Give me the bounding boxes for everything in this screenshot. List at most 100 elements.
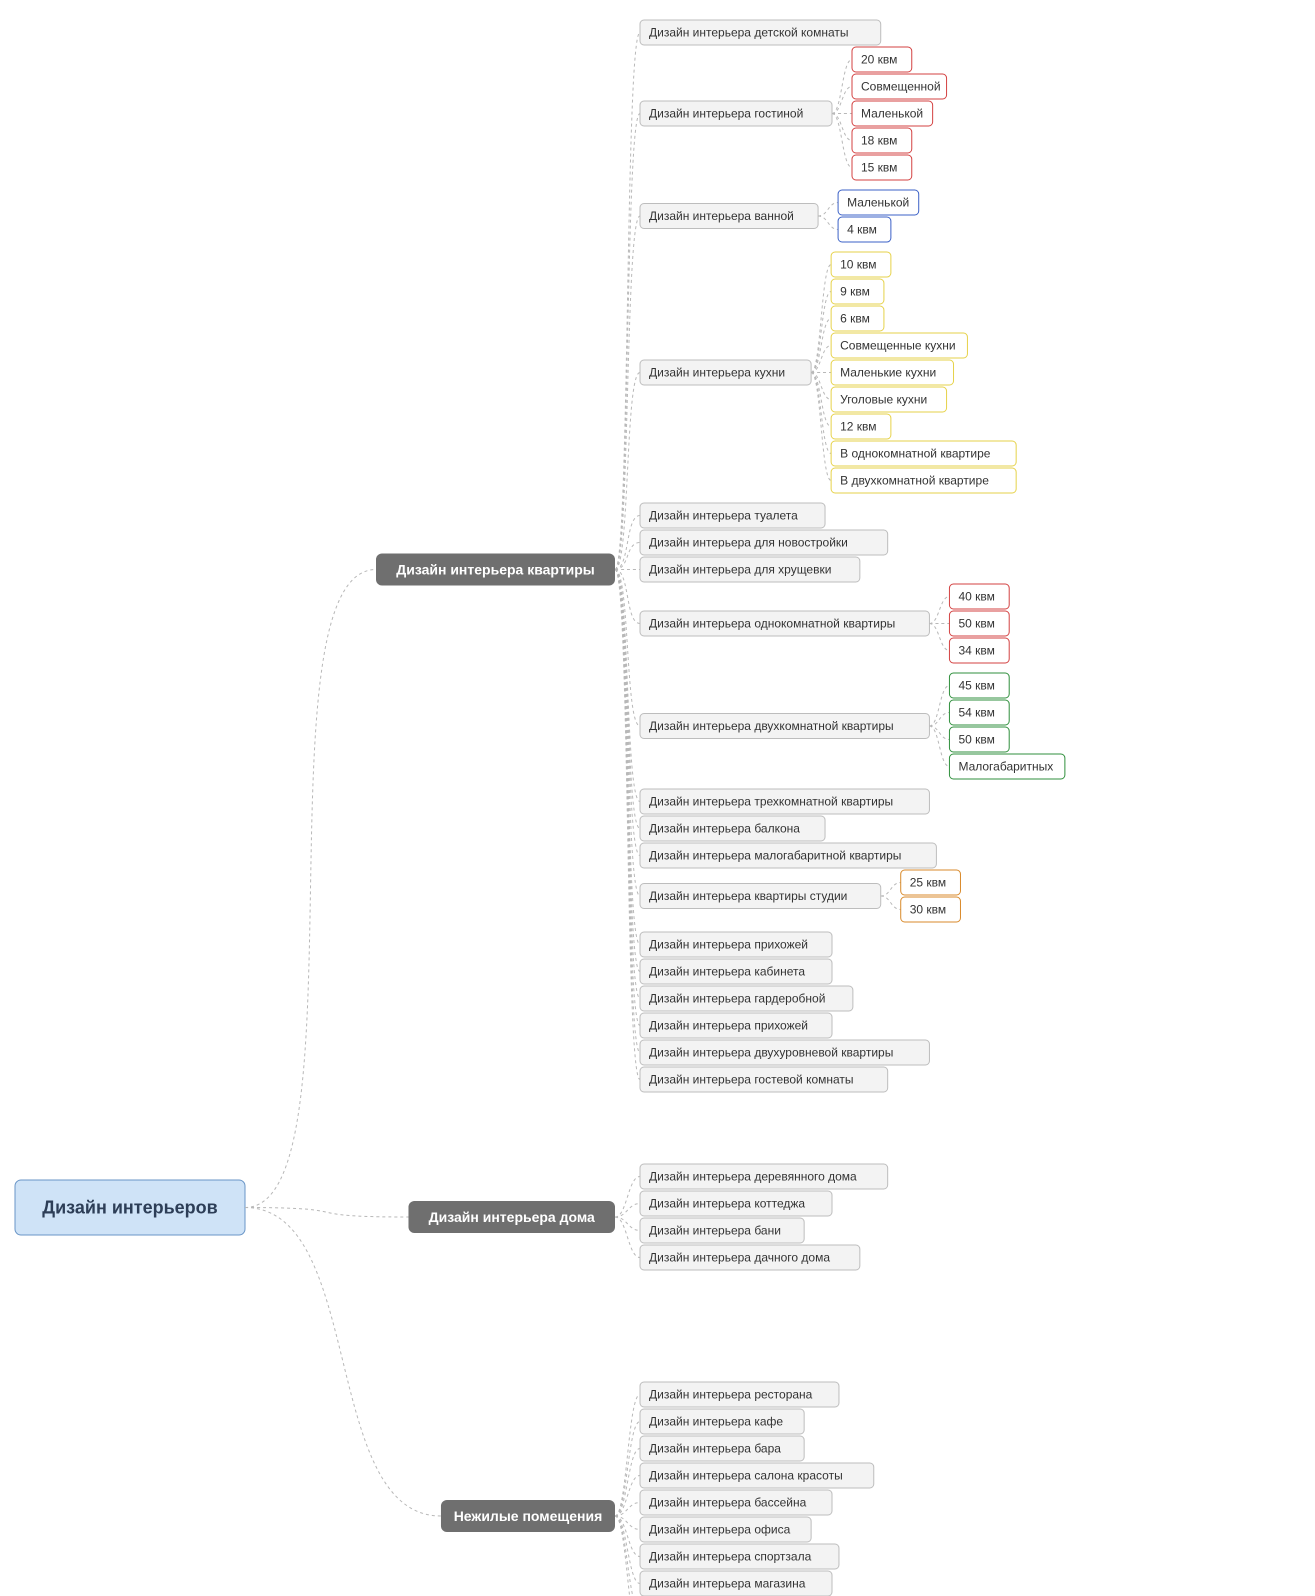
node-label: Дизайн интерьера бассейна [649, 1496, 807, 1510]
connector [615, 1217, 640, 1231]
connector [615, 114, 640, 570]
connector [881, 896, 901, 910]
root-label: Дизайн интерьеров [42, 1198, 217, 1218]
node-label: 50 квм [958, 733, 994, 747]
node-label: Дизайн интерьера кабинета [649, 965, 805, 979]
node-label: Маленькой [847, 196, 909, 210]
node-label: 9 квм [840, 285, 870, 299]
node-label: Дизайн интерьера малогабаритной квартиры [649, 849, 901, 863]
node-label: 20 квм [861, 53, 897, 67]
connector [811, 265, 831, 373]
node-label: Дизайн интерьера для хрущевки [649, 563, 831, 577]
node-label: Дизайн интерьера бара [649, 1442, 781, 1456]
connector [615, 1516, 640, 1596]
connector [811, 373, 831, 481]
node-label: 30 квм [910, 903, 946, 917]
node-label: Дизайн интерьера прихожей [649, 938, 808, 952]
node-label: Дизайн интерьера дачного дома [649, 1251, 830, 1265]
node-label: Дизайн интерьера ресторана [649, 1388, 813, 1402]
node-label: Дизайн интерьера гостиной [649, 107, 803, 121]
connector [929, 726, 949, 740]
connector [615, 1503, 640, 1517]
connector [615, 1204, 640, 1218]
node-label: Уголовые кухни [840, 393, 927, 407]
connector [615, 570, 640, 972]
node-label: Дизайн интерьера кухни [649, 366, 785, 380]
node-label: Совмещенной [861, 80, 941, 94]
node-label: В однокомнатной квартире [840, 447, 991, 461]
branch-apartment-label: Дизайн интерьера квартиры [396, 562, 595, 578]
node-label: Дизайн интерьера бани [649, 1224, 781, 1238]
node-label: 34 квм [958, 644, 994, 658]
connector [929, 624, 949, 651]
connector [245, 1208, 441, 1517]
node-label: В двухкомнатной квартире [840, 474, 989, 488]
node-label: Дизайн интерьера кафе [649, 1415, 783, 1429]
node-label: Совмещенные кухни [840, 339, 956, 353]
connector [832, 60, 852, 114]
node-label: 6 квм [840, 312, 870, 326]
connector [818, 203, 838, 217]
branch-nonres-label: Нежилые помещения [454, 1508, 603, 1524]
connector [615, 33, 640, 570]
connector [615, 570, 640, 856]
node-label: Дизайн интерьера спортзала [649, 1550, 812, 1564]
connector [929, 597, 949, 624]
connector [615, 1422, 640, 1517]
connector [832, 114, 852, 168]
connector [811, 346, 831, 373]
node-label: 18 квм [861, 134, 897, 148]
connector [615, 1516, 640, 1596]
node-label: Дизайн интерьера ванной [649, 209, 794, 223]
node-label: Дизайн интерьера гардеробной [649, 992, 825, 1006]
node-label: Дизайн интерьера двухуровневой квартиры [649, 1046, 893, 1060]
connector [615, 1395, 640, 1517]
node-label: Маленькие кухни [840, 366, 936, 380]
node-label: Дизайн интерьера коттеджа [649, 1197, 805, 1211]
connector [811, 373, 831, 400]
connector [615, 216, 640, 570]
node-label: Малогабаритных [958, 760, 1053, 774]
node-label: Дизайн интерьера магазина [649, 1577, 806, 1591]
connector [881, 883, 901, 897]
node-label: Дизайн интерьера для новостройки [649, 536, 848, 550]
connector [811, 319, 831, 373]
connector [832, 87, 852, 114]
node-label: Дизайн интерьера двухкомнатной квартиры [649, 719, 894, 733]
branch-house-label: Дизайн интерьера дома [429, 1209, 595, 1225]
connector [615, 570, 640, 829]
node-label: Дизайн интерьера офиса [649, 1523, 791, 1537]
connector [615, 570, 640, 624]
connector [615, 1449, 640, 1517]
connector [832, 114, 852, 141]
connector [811, 373, 831, 454]
node-label: Дизайн интерьера балкона [649, 822, 800, 836]
node-label: Дизайн интерьера квартиры студии [649, 889, 847, 903]
node-label: Дизайн интерьера салона красоты [649, 1469, 843, 1483]
node-label: Дизайн интерьера деревянного дома [649, 1170, 857, 1184]
mindmap-canvas: Дизайн интерьеров Дизайн интерьера кварти… [0, 0, 1315, 1596]
node-label: 4 квм [847, 223, 877, 237]
node-label: Дизайн интерьера детской комнаты [649, 26, 849, 40]
node-label: Дизайн интерьера трехкомнатной квартиры [649, 795, 893, 809]
node-label: 50 квм [958, 617, 994, 631]
connector [811, 292, 831, 373]
node-label: 54 квм [958, 706, 994, 720]
node-label: Дизайн интерьера однокомнатной квартиры [649, 617, 895, 631]
connector [615, 1516, 640, 1584]
node-label: Маленькой [861, 107, 923, 121]
node-label: 45 квм [958, 679, 994, 693]
connector [615, 1516, 640, 1530]
node-label: 15 квм [861, 161, 897, 175]
node-label: Дизайн интерьера гостевой комнаты [649, 1073, 854, 1087]
node-label: 25 квм [910, 876, 946, 890]
connector [245, 570, 376, 1208]
connector [615, 516, 640, 570]
connector [818, 216, 838, 230]
node-label: Дизайн интерьера туалета [649, 509, 798, 523]
node-label: 10 квм [840, 258, 876, 272]
node-label: 40 квм [958, 590, 994, 604]
connector [811, 373, 831, 427]
connector [929, 713, 949, 727]
node-label: Дизайн интерьера прихожей [649, 1019, 808, 1033]
